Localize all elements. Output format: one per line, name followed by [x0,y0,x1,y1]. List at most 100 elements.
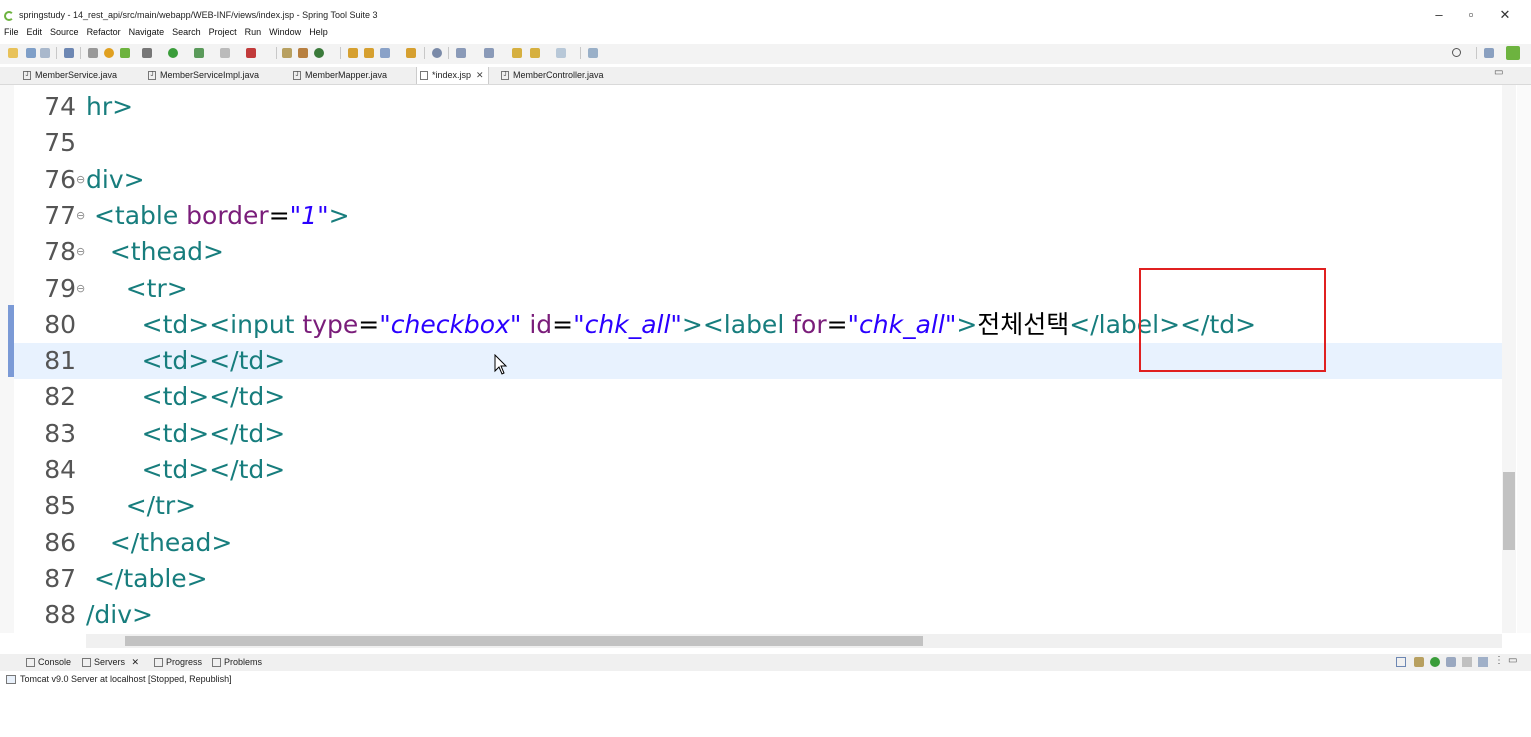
tab-memberservice[interactable]: J MemberService.java [20,67,121,84]
save-icon[interactable] [26,48,36,58]
overview-ruler [1517,85,1531,633]
close-button[interactable]: ✕ [1490,6,1520,24]
code-text: <td></td> [86,452,286,488]
new-server-icon[interactable] [282,48,292,58]
back-icon[interactable] [530,48,540,58]
code-token: "checkbox" [379,309,522,339]
code-line[interactable]: 78 ⊖ <thead> [14,234,1502,270]
spring-boot-icon[interactable] [104,48,114,58]
run-icon[interactable] [168,48,178,58]
tab-index-jsp[interactable]: *index.jsp ✕ [416,67,489,84]
code-line[interactable]: 88/div> [14,597,1502,633]
code-token: = [552,309,574,339]
stop-server-icon[interactable] [1462,657,1472,667]
debug-icon[interactable] [142,48,152,58]
fold-toggle-icon[interactable]: ⊖ [76,234,86,270]
search-icon[interactable] [1452,48,1461,57]
new-class-icon[interactable] [314,48,324,58]
code-line[interactable]: 83 <td></td> [14,416,1502,452]
code-line[interactable]: 75 [14,125,1502,161]
previous-annotation-icon[interactable] [484,48,494,58]
code-line[interactable]: 82 <td></td> [14,379,1502,415]
publish-icon[interactable] [1478,657,1488,667]
menu-search[interactable]: Search [172,27,201,37]
stop-icon[interactable] [220,48,230,58]
pin-editor-icon[interactable] [588,48,598,58]
open-perspective-icon[interactable] [1484,48,1494,58]
debug-server-icon[interactable] [1414,657,1424,667]
toggle-mark-icon[interactable] [432,48,442,58]
tab-problems[interactable]: Problems [210,654,262,671]
menu-source[interactable]: Source [50,27,79,37]
code-line[interactable]: 86 </thead> [14,525,1502,561]
tab-label: MemberController.java [513,70,604,80]
fold-toggle-icon[interactable]: ⊖ [76,162,86,198]
menu-window[interactable]: Window [269,27,301,37]
code-line[interactable]: 77 ⊖ <table border="1"> [14,198,1502,234]
menu-navigate[interactable]: Navigate [129,27,165,37]
horizontal-scroll-thumb[interactable] [125,636,923,646]
spring-dashboard-icon[interactable] [120,48,130,58]
code-token: hr> [86,92,134,121]
save-all-icon[interactable] [40,48,50,58]
coverage-icon[interactable] [194,48,204,58]
menu-bar: File Edit Source Refactor Navigate Search Proj… [0,27,330,41]
code-line[interactable]: 87 </table> [14,561,1502,597]
tab-membercontroller[interactable]: J MemberController.java [498,67,608,84]
code-line[interactable]: 74 hr> [14,89,1502,125]
close-icon[interactable]: ✕ [476,70,484,80]
menu-help[interactable]: Help [309,27,328,37]
next-annotation-icon[interactable] [456,48,466,58]
menu-edit[interactable]: Edit [27,27,43,37]
code-line[interactable]: 85 </tr> [14,488,1502,524]
java-file-icon: J [148,71,156,80]
minimize-panel-icon[interactable]: ▭ [1508,655,1517,666]
line-number: 87 [44,563,76,593]
code-line[interactable]: 76 ⊖ div> [14,162,1502,198]
line-number: 88 [44,600,76,630]
fold-toggle-icon[interactable]: ⊖ [76,198,86,234]
new-file-icon[interactable] [8,48,18,58]
start-server-icon[interactable] [1430,657,1440,667]
menu-project[interactable]: Project [209,27,237,37]
tab-servers[interactable]: Servers ✕ [80,654,139,671]
external-tools-icon[interactable] [246,48,256,58]
minimize-editor-icon[interactable]: ▭ [1494,67,1503,78]
vertical-scroll-thumb[interactable] [1503,472,1515,550]
open-type-icon[interactable] [348,48,358,58]
new-package-icon[interactable] [298,48,308,58]
maximize-button[interactable]: ▫ [1456,6,1486,24]
close-icon[interactable]: ✕ [132,657,140,667]
terminal-icon[interactable] [64,48,74,58]
tab-membermapper[interactable]: J MemberMapper.java [290,67,391,84]
last-edit-icon[interactable] [512,48,522,58]
forward-icon[interactable] [556,48,566,58]
menu-file[interactable]: File [4,27,19,37]
code-line[interactable]: 84 <td></td> [14,452,1502,488]
fold-toggle-icon[interactable]: ⊖ [76,271,86,307]
open-task-icon[interactable] [364,48,374,58]
menu-run[interactable]: Run [245,27,262,37]
menu-refactor[interactable]: Refactor [87,27,121,37]
console-icon [26,658,35,667]
edit-icon[interactable] [380,48,390,58]
vertical-scrollbar[interactable] [1502,85,1516,633]
window-title: springstudy - 14_rest_api/src/main/webap… [19,10,378,20]
tab-memberserviceimpl[interactable]: J MemberServiceImpl.java [145,67,263,84]
open-folder-icon[interactable] [406,48,416,58]
minimize-button[interactable]: – [1424,6,1454,24]
title-bar: springstudy - 14_rest_api/src/main/webap… [0,0,1531,24]
tab-progress[interactable]: Progress [152,654,202,671]
tab-console[interactable]: Console [24,654,71,671]
code-token: <td></td> [141,418,286,448]
server-list-item[interactable]: Tomcat v9.0 Server at localhost [Stopped… [6,674,232,684]
collapse-all-icon[interactable] [1396,657,1406,667]
java-perspective-icon[interactable] [1506,46,1520,60]
view-menu-icon[interactable]: ⋮ [1494,655,1504,666]
skip-breakpoints-icon[interactable] [88,48,98,58]
profile-server-icon[interactable] [1446,657,1456,667]
